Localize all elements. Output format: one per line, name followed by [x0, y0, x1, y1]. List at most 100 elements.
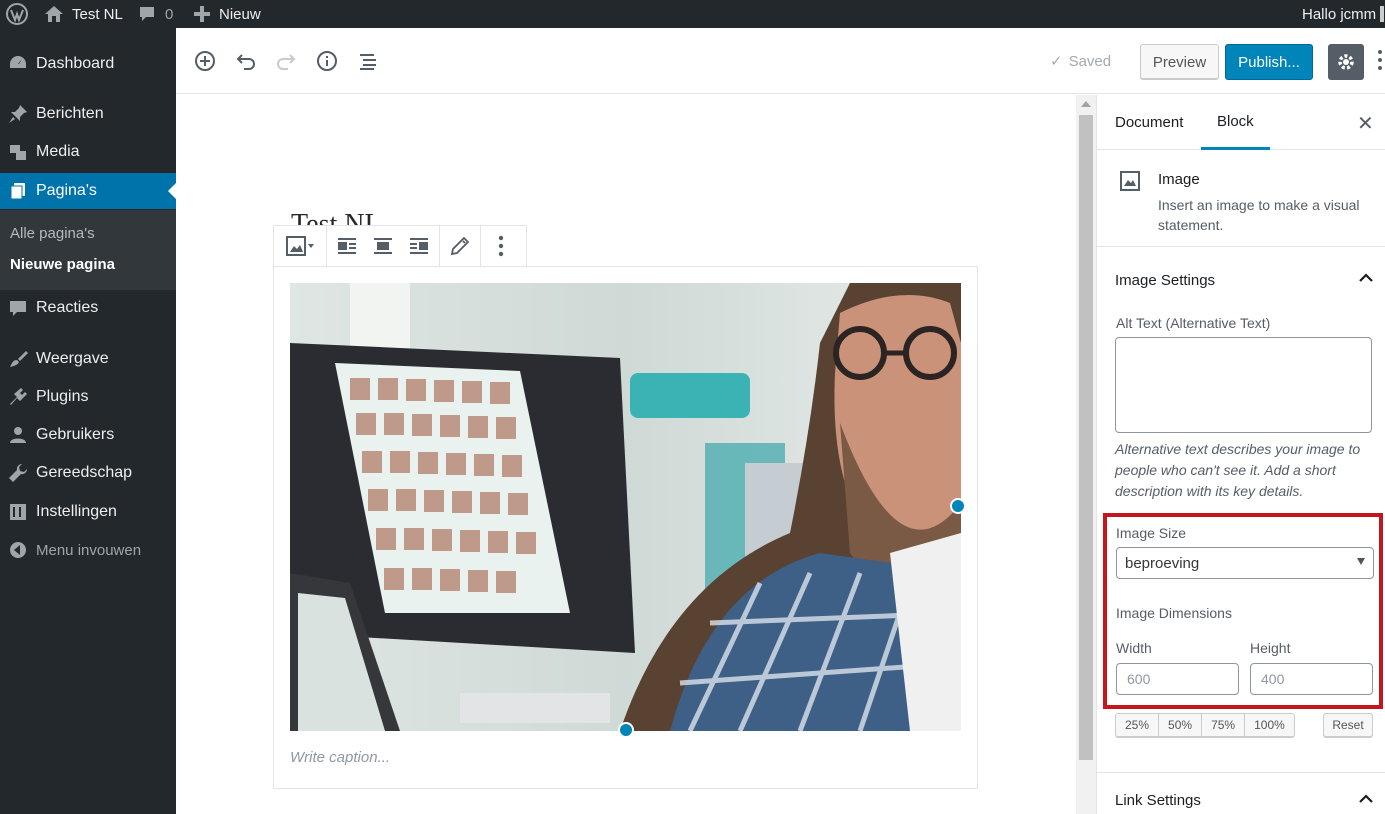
saved-status: ✓ Saved: [1050, 52, 1112, 71]
divider: [1097, 772, 1385, 773]
block-name: Image: [1158, 171, 1200, 188]
dimensions-label: Image Dimensions: [1116, 605, 1232, 621]
menu-instellingen[interactable]: Instellingen: [0, 494, 176, 530]
submenu-all-pages[interactable]: Alle pagina's: [10, 225, 95, 242]
percent-100-button[interactable]: 100%: [1245, 714, 1294, 736]
site-name-link[interactable]: Test NL: [44, 0, 123, 28]
menu-reacties[interactable]: Reacties: [0, 290, 176, 326]
more-options-button[interactable]: [483, 226, 519, 266]
link-settings-title[interactable]: Link Settings: [1115, 792, 1201, 809]
alt-text-label: Alt Text (Alternative Text): [1116, 315, 1271, 331]
undo-icon: [236, 54, 255, 70]
comment-icon: [140, 7, 154, 21]
resize-handle-bottom[interactable]: [618, 722, 634, 738]
menu-label: Weergave: [36, 350, 109, 367]
menu-plugins[interactable]: Plugins: [0, 379, 176, 415]
block-description: Insert an image to make a visual stateme…: [1158, 197, 1360, 233]
image-icon: [1120, 171, 1140, 191]
add-block-button[interactable]: [190, 46, 220, 76]
menu-media[interactable]: Media: [0, 134, 176, 170]
preview-button[interactable]: Preview: [1140, 44, 1219, 80]
saved-label: Saved: [1068, 52, 1112, 70]
sidebar-tabs: Document Block ✕: [1097, 95, 1385, 150]
percent-75-button[interactable]: 75%: [1202, 714, 1246, 736]
photo-man-with-glasses: [290, 283, 961, 731]
submenu-new-page[interactable]: Nieuwe pagina: [10, 256, 115, 273]
tab-block[interactable]: Block: [1201, 95, 1270, 150]
more-menu-button[interactable]: [1376, 48, 1384, 77]
menu-gereedschap[interactable]: Gereedschap: [0, 455, 176, 491]
align-left-button[interactable]: [329, 226, 365, 266]
brush-icon: [0, 349, 36, 369]
pin-icon: [0, 104, 36, 124]
wrench-icon: [0, 463, 36, 483]
block-image[interactable]: [290, 283, 961, 731]
info-icon: [317, 51, 337, 71]
image-size-label: Image Size: [1116, 525, 1187, 541]
image-size-select[interactable]: beproeving: [1116, 547, 1374, 579]
image-size-value: beproeving: [1125, 554, 1200, 572]
dashboard-icon: [0, 54, 36, 74]
menu-dashboard[interactable]: Dashboard: [0, 46, 176, 82]
tab-document[interactable]: Document: [1115, 95, 1183, 150]
menu-label: Gereedschap: [36, 464, 133, 481]
settings-toggle-button[interactable]: [1328, 44, 1364, 80]
media-icon: [0, 142, 36, 162]
menu-weergave[interactable]: Weergave: [0, 341, 176, 377]
width-input[interactable]: 600: [1116, 663, 1239, 695]
alt-text-input[interactable]: [1115, 337, 1372, 433]
menu-gebruikers[interactable]: Gebruikers: [0, 417, 176, 453]
redo-button[interactable]: [271, 46, 301, 76]
reset-button[interactable]: Reset: [1323, 713, 1373, 737]
alt-text-help: Alternative text describes your image to…: [1115, 441, 1361, 499]
change-block-type-button[interactable]: [278, 226, 322, 266]
outline-button[interactable]: [353, 46, 383, 76]
menu-label: Menu invouwen: [36, 541, 142, 559]
block-toolbar: [273, 225, 527, 267]
close-icon[interactable]: ✕: [1357, 111, 1374, 136]
plus-circle-icon: [195, 51, 215, 71]
new-label: Nieuw: [219, 5, 261, 23]
menu-label: Reacties: [36, 299, 99, 316]
menu-label: Pagina's: [36, 182, 97, 199]
percent-25-button[interactable]: 25%: [1116, 714, 1160, 736]
comments-link[interactable]: 0: [138, 0, 173, 28]
info-button[interactable]: [312, 46, 342, 76]
image-settings-title[interactable]: Image Settings: [1115, 272, 1215, 289]
menu-label: Dashboard: [36, 55, 115, 72]
menu-berichten[interactable]: Berichten: [0, 96, 176, 132]
publish-button[interactable]: Publish...: [1225, 44, 1313, 80]
caption-input[interactable]: Write caption...: [290, 749, 390, 766]
avatar: [1380, 6, 1385, 22]
chevron-up-icon[interactable]: [1359, 794, 1373, 804]
caret-down-icon: [1357, 558, 1365, 565]
vertical-dots-icon: [498, 235, 504, 257]
home-icon: [45, 6, 63, 22]
menu-label: Instellingen: [36, 503, 117, 520]
align-right-button[interactable]: [401, 226, 437, 266]
menu-collapse[interactable]: Menu invouwen: [0, 532, 176, 568]
resize-handle-right[interactable]: [950, 498, 966, 514]
editor-header: ✓ Saved Preview Publish...: [176, 28, 1385, 94]
scrollbar-thumb[interactable]: [1079, 115, 1093, 760]
account-link[interactable]: Hallo jcmm: [1302, 0, 1385, 28]
height-input[interactable]: 400: [1250, 663, 1373, 695]
menu-paginas[interactable]: Pagina's: [0, 173, 176, 209]
new-content-link[interactable]: Nieuw: [194, 0, 261, 28]
image-block[interactable]: Write caption...: [273, 266, 978, 789]
align-center-button[interactable]: [365, 226, 401, 266]
check-icon: ✓: [1050, 53, 1063, 70]
chevron-up-icon[interactable]: [1359, 273, 1373, 283]
list-outline-icon: [360, 54, 376, 70]
editor-canvas: Test NL Write caption...: [176, 95, 1076, 814]
plugin-icon: [0, 387, 36, 407]
wordpress-logo-icon[interactable]: [6, 0, 28, 28]
percent-50-button[interactable]: 50%: [1159, 714, 1203, 736]
percent-button-group: 25% 50% 75% 100%: [1115, 713, 1295, 737]
block-card: Image Insert an image to make a visual s…: [1097, 150, 1385, 247]
editor-scrollbar[interactable]: [1076, 95, 1096, 814]
user-icon: [0, 425, 36, 445]
undo-button[interactable]: [231, 46, 261, 76]
edit-image-button[interactable]: [442, 226, 478, 266]
scroll-up-arrow-icon[interactable]: [1081, 101, 1091, 107]
